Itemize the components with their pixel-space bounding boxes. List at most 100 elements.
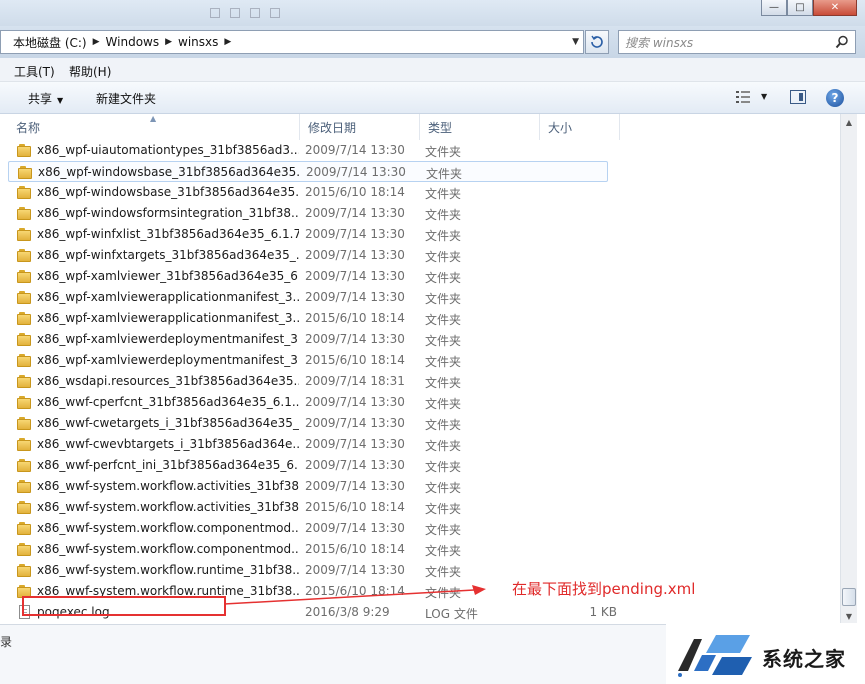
file-name: x86_wwf-system.workflow.activities_31bf3… [37, 500, 299, 514]
command-bar: 共享 ▼ 新建文件夹 ▼ ? [0, 82, 865, 114]
file-name: x86_wsdapi.resources_31bf3856ad364e35... [37, 374, 299, 388]
minimize-button[interactable]: — [761, 0, 787, 16]
refresh-button[interactable] [585, 30, 609, 54]
file-name: x86_wpf-windowsformsintegration_31bf38..… [37, 206, 299, 220]
file-name: x86_wwf-perfcnt_ini_31bf3856ad364e35_6..… [37, 458, 299, 472]
annotation-highlight-box [22, 596, 226, 616]
maximize-button[interactable]: □ [787, 0, 813, 16]
folder-icon [17, 459, 33, 472]
file-row[interactable]: x86_wsdapi.resources_31bf3856ad364e35...… [8, 371, 840, 392]
watermark: 系统之家 [666, 623, 865, 684]
folder-icon [17, 564, 33, 577]
file-row[interactable]: x86_wpf-winfxlist_31bf3856ad364e35_6.1.7… [8, 224, 840, 245]
file-row[interactable]: x86_wwf-system.workflow.componentmod... 2… [8, 518, 840, 539]
view-dropdown-icon[interactable]: ▼ [761, 92, 767, 101]
folder-icon [17, 396, 33, 409]
file-row[interactable]: x86_wwf-cwevbtargets_i_31bf3856ad364e...… [8, 434, 840, 455]
file-row[interactable]: x86_wpf-xamlviewerapplicationmanifest_3.… [8, 287, 840, 308]
annotation-arrow-icon [224, 585, 486, 605]
folder-icon [17, 333, 33, 346]
file-type: 文件夹 [425, 208, 462, 222]
file-row[interactable]: x86_wpf-uiautomationtypes_31bf3856ad3...… [8, 140, 840, 161]
chevron-down-icon: ▼ [57, 96, 64, 105]
address-bar[interactable]: 本地磁盘 (C:) ▶ Windows ▶ winsxs ▶ ▼ [0, 30, 584, 54]
watermark-logo-icon [678, 635, 752, 677]
file-date: 2015/6/10 18:14 [305, 353, 405, 367]
file-type: 文件夹 [425, 481, 462, 495]
file-date: 2009/7/14 13:30 [305, 437, 405, 451]
file-row[interactable]: x86_wwf-system.workflow.componentmod... 2… [8, 539, 840, 560]
column-date[interactable]: 修改日期 [300, 114, 420, 140]
help-icon[interactable]: ? [826, 89, 844, 107]
file-row[interactable]: x86_wwf-cwetargets_i_31bf3856ad364e35_..… [8, 413, 840, 434]
folder-icon [17, 207, 33, 220]
file-name: x86_wwf-cwevbtargets_i_31bf3856ad364e... [37, 437, 299, 451]
file-type: 文件夹 [425, 187, 462, 201]
column-type[interactable]: 类型 [420, 114, 540, 140]
file-row[interactable]: x86_wpf-xamlviewerdeploymentmanifest_3..… [8, 329, 840, 350]
file-name: x86_wwf-system.workflow.activities_31bf3… [37, 479, 299, 493]
refresh-icon [591, 35, 603, 48]
blurred-toolbar-icons [210, 8, 280, 20]
file-type: 文件夹 [425, 313, 462, 327]
file-name: x86_wwf-system.workflow.componentmod... [37, 521, 299, 535]
file-type: 文件夹 [425, 376, 462, 390]
search-placeholder: 搜索 winsxs [625, 35, 694, 50]
file-row[interactable]: x86_wpf-xamlviewerdeploymentmanifest_3..… [8, 350, 840, 371]
file-type: 文件夹 [425, 460, 462, 474]
scroll-thumb[interactable] [842, 588, 856, 606]
search-input[interactable]: 搜索 winsxs [618, 30, 856, 54]
file-row[interactable]: x86_wwf-system.workflow.activities_31bf3… [8, 497, 840, 518]
file-type: 文件夹 [425, 544, 462, 558]
file-row[interactable]: x86_wwf-system.workflow.activities_31bf3… [8, 476, 840, 497]
file-date: 2009/7/14 13:30 [305, 290, 405, 304]
breadcrumb-winsxs[interactable]: winsxs [178, 35, 218, 49]
watermark-text: 系统之家 [762, 647, 846, 671]
file-date: 2009/7/14 13:30 [305, 206, 405, 220]
column-name[interactable]: 名称 [8, 114, 300, 140]
share-button[interactable]: 共享 ▼ [28, 90, 63, 107]
file-row[interactable]: x86_wpf-xamlviewerapplicationmanifest_3.… [8, 308, 840, 329]
breadcrumb-drive[interactable]: 本地磁盘 (C:) [13, 34, 87, 51]
folder-icon [17, 417, 33, 430]
file-list: ▲ 名称 修改日期 类型 大小 x86_wpf-uiautomationtype… [8, 114, 840, 624]
scroll-up-icon[interactable]: ▲ [841, 114, 857, 130]
view-options-icon[interactable] [736, 91, 750, 103]
file-date: 2015/6/10 18:14 [305, 311, 405, 325]
file-row[interactable]: x86_wwf-system.workflow.runtime_31bf38..… [8, 560, 840, 581]
menu-tools[interactable]: 工具(T) [14, 63, 55, 80]
breadcrumb-separator-icon[interactable]: ▶ [224, 37, 231, 47]
file-row[interactable]: x86_wwf-perfcnt_ini_31bf3856ad364e35_6..… [8, 455, 840, 476]
file-date: 2009/7/14 13:30 [305, 458, 405, 472]
file-row[interactable]: x86_wpf-xamlviewer_31bf3856ad364e35_6...… [8, 266, 840, 287]
file-row[interactable]: x86_wpf-windowsbase_31bf3856ad364e35... 2… [8, 161, 608, 182]
folder-icon [17, 228, 33, 241]
file-type: 文件夹 [425, 334, 462, 348]
file-row[interactable]: x86_wwf-cperfcnt_31bf3856ad364e35_6.1...… [8, 392, 840, 413]
folder-icon [17, 501, 33, 514]
folder-icon [18, 166, 34, 179]
file-type: 文件夹 [425, 292, 462, 306]
new-folder-button[interactable]: 新建文件夹 [96, 90, 156, 107]
close-button[interactable]: ✕ [813, 0, 857, 16]
scroll-down-icon[interactable]: ▼ [841, 608, 857, 624]
menu-help[interactable]: 帮助(H) [69, 63, 111, 80]
folder-icon [17, 480, 33, 493]
file-date: 2009/7/14 13:30 [305, 269, 405, 283]
file-row[interactable]: x86_wpf-winfxtargets_31bf3856ad364e35_..… [8, 245, 840, 266]
breadcrumb-separator-icon[interactable]: ▶ [165, 37, 172, 47]
preview-pane-icon[interactable] [790, 90, 806, 104]
file-type: 文件夹 [425, 145, 462, 159]
file-date: 2015/6/10 18:14 [305, 542, 405, 556]
column-size[interactable]: 大小 [540, 114, 620, 140]
breadcrumb-separator-icon[interactable]: ▶ [93, 37, 100, 47]
file-row[interactable]: x86_wpf-windowsbase_31bf3856ad364e35... 2… [8, 182, 840, 203]
folder-icon [17, 144, 33, 157]
vertical-scrollbar[interactable]: ▲ ▼ [840, 114, 857, 624]
breadcrumb-windows[interactable]: Windows [106, 35, 160, 49]
window-controls: — □ ✕ [761, 0, 857, 16]
file-row[interactable]: x86_wpf-windowsformsintegration_31bf38..… [8, 203, 840, 224]
file-type: 文件夹 [425, 250, 462, 264]
address-dropdown-icon[interactable]: ▼ [572, 37, 579, 47]
search-icon[interactable] [835, 35, 849, 49]
